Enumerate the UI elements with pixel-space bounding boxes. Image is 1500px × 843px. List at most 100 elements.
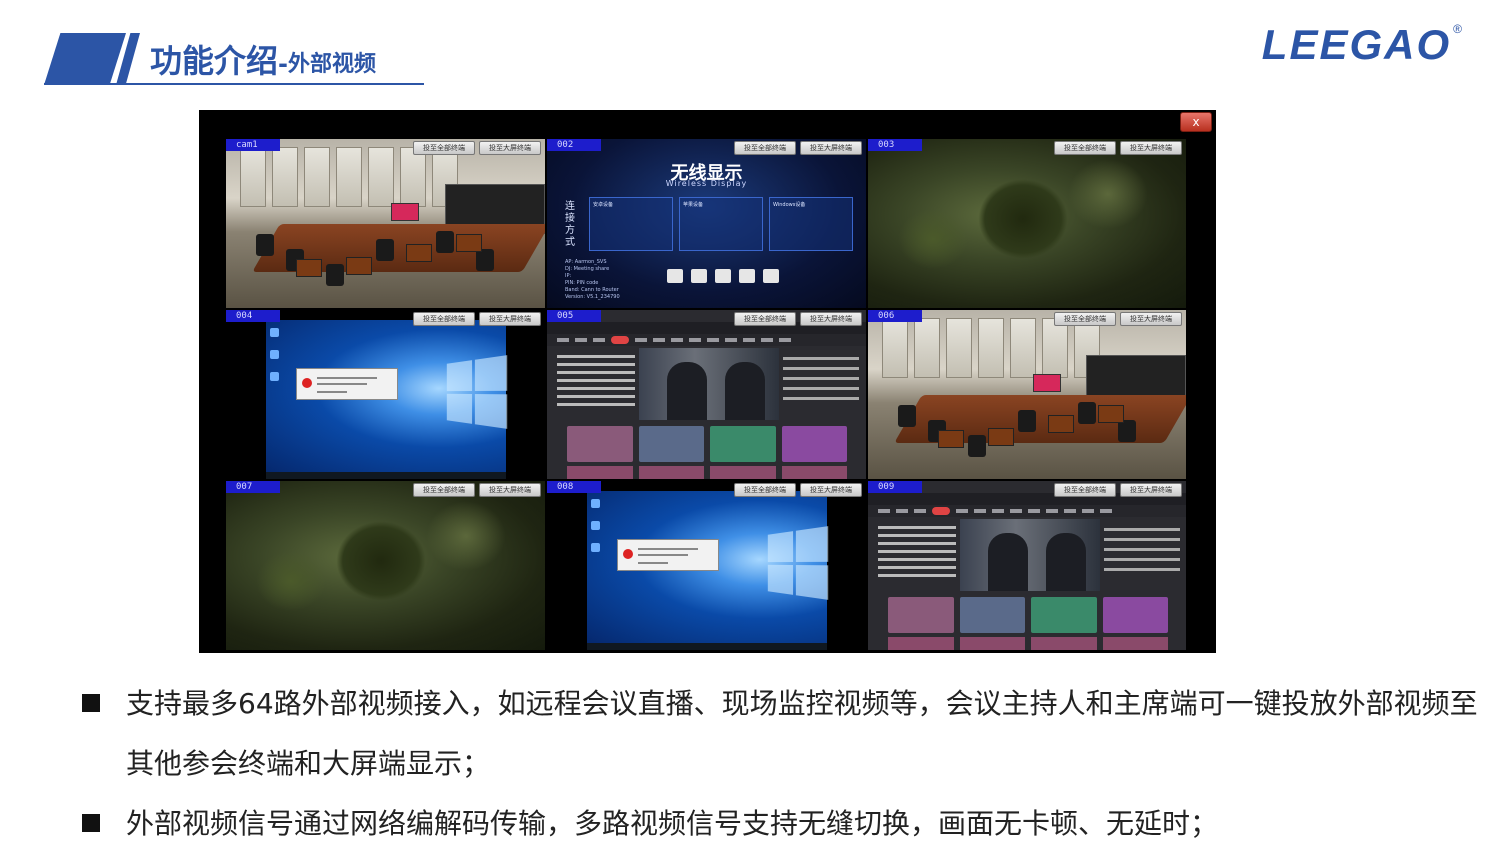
room-display [1033, 374, 1061, 392]
cast-big-screen-button[interactable]: 投至大屏终端 [1120, 312, 1182, 326]
desk-monitor [456, 234, 482, 252]
hero-figure [988, 533, 1028, 591]
brand-logo-text: LEEGAO [1261, 21, 1452, 68]
room-window [978, 318, 1004, 378]
desktop-icon [591, 521, 600, 530]
cast-big-screen-button[interactable]: 投至大屏终端 [800, 483, 862, 497]
video-tile[interactable]: 004 投至全部终端 投至大屏终端 [225, 309, 546, 480]
tile-actions: 投至全部终端 投至大屏终端 [413, 483, 541, 497]
app-list [878, 521, 956, 582]
cast-big-screen-button[interactable]: 投至大屏终端 [479, 141, 541, 155]
info-line: Version: V5.1_234790 [565, 294, 620, 300]
nav-item [992, 509, 1004, 513]
cast-all-terminals-button[interactable]: 投至全部终端 [413, 483, 475, 497]
chair [476, 249, 494, 271]
cast-big-screen-button[interactable]: 投至大屏终端 [800, 141, 862, 155]
app-nav [547, 334, 866, 346]
video-app-feed [868, 481, 1186, 650]
logo-pane [795, 564, 829, 600]
thumbnail [959, 597, 1025, 633]
thumbnail [781, 466, 847, 479]
video-tile[interactable]: 005 投至全部终端 投至大屏终端 [546, 309, 867, 480]
tile-channel-label: cam1 [226, 139, 280, 151]
chair [1118, 420, 1136, 442]
taskbar [266, 472, 506, 479]
thumbnail [710, 466, 776, 479]
video-tile[interactable]: 003 投至全部终端 投至大屏终端 [867, 138, 1187, 309]
video-tile[interactable]: 007 投至全部终端 投至大屏终端 [225, 480, 546, 651]
cast-big-screen-button[interactable]: 投至大屏终端 [479, 312, 541, 326]
tile-actions: 投至全部终端 投至大屏终端 [413, 312, 541, 326]
header-underline [44, 83, 424, 85]
cast-all-terminals-button[interactable]: 投至全部终端 [734, 483, 796, 497]
video-tile[interactable]: cam1 投至全部终端 投至大屏终端 [225, 138, 546, 309]
page-title-main: 功能介绍 [150, 42, 279, 80]
tile-actions: 投至全部终端 投至大屏终端 [734, 141, 862, 155]
cast-all-terminals-button[interactable]: 投至全部终端 [734, 312, 796, 326]
video-tile[interactable]: 009 投至全部终端 投至大屏终端 [867, 480, 1187, 651]
cast-big-screen-button[interactable]: 投至大屏终端 [479, 483, 541, 497]
cast-all-terminals-button[interactable]: 投至全部终端 [1054, 141, 1116, 155]
nav-item [779, 338, 791, 342]
room-window [304, 147, 330, 207]
list-line [1104, 548, 1180, 551]
windows-desktop-feed [547, 481, 866, 650]
tile-channel-label: 004 [226, 310, 280, 322]
feature-item: 支持最多64路外部视频接入，如远程会议直播、现场监控视频等，会议主持人和主席端可… [82, 674, 1492, 794]
thumbnail [1031, 597, 1097, 633]
video-tile[interactable]: 006 投至全部终端 投至大屏终端 [867, 309, 1187, 480]
tile-actions: 投至全部终端 投至大屏终端 [1054, 483, 1182, 497]
list-line [878, 534, 956, 537]
windows-logo-icon [446, 355, 508, 429]
nav-item [593, 338, 605, 342]
tile-channel-label: 005 [547, 310, 601, 322]
nav-item [914, 509, 926, 513]
chair [898, 405, 916, 427]
list-line [1104, 568, 1180, 571]
list-line [557, 403, 635, 406]
dialog-text-line [638, 554, 688, 556]
device-panel: Windows设备 [769, 197, 853, 251]
scene-highlight [256, 551, 326, 611]
thumbnail [567, 466, 633, 479]
desk-monitor [1048, 415, 1074, 433]
desk-monitor [406, 244, 432, 262]
info-line: IP: [565, 273, 572, 279]
chair [1078, 402, 1096, 424]
thumbnail [1102, 637, 1168, 650]
cast-all-terminals-button[interactable]: 投至全部终端 [734, 141, 796, 155]
desktop-icon [591, 543, 600, 552]
connection-method-label: 连接方式 [565, 201, 575, 248]
cast-all-terminals-button[interactable]: 投至全部终端 [413, 312, 475, 326]
chair [1018, 410, 1036, 432]
feature-text: 支持最多64路外部视频接入，如远程会议直播、现场监控视频等，会议主持人和主席端可… [126, 687, 1478, 780]
nav-item [1010, 509, 1022, 513]
cast-big-screen-button[interactable]: 投至大屏终端 [1120, 483, 1182, 497]
nav-item [878, 509, 890, 513]
chair [376, 239, 394, 261]
cast-all-terminals-button[interactable]: 投至全部终端 [1054, 312, 1116, 326]
video-app-feed [547, 310, 866, 479]
video-tile[interactable]: 008 投至全部终端 投至大屏终端 [546, 480, 867, 651]
close-button[interactable]: x [1180, 112, 1212, 132]
nav-item [1028, 509, 1040, 513]
list-line [1104, 528, 1180, 531]
cast-all-terminals-button[interactable]: 投至全部终端 [413, 141, 475, 155]
desktop-icon [270, 372, 279, 381]
desk-monitor [938, 430, 964, 448]
brand-logo: LEEGAO ® [1262, 20, 1462, 70]
desktop-icon [591, 499, 600, 508]
cast-big-screen-button[interactable]: 投至大屏终端 [1120, 141, 1182, 155]
scene-shadow [336, 521, 426, 601]
nav-item [1082, 509, 1094, 513]
feature-list: 支持最多64路外部视频接入，如远程会议直播、现场监控视频等，会议主持人和主席端可… [82, 674, 1492, 843]
cast-all-terminals-button[interactable]: 投至全部终端 [1054, 483, 1116, 497]
room-window [400, 147, 426, 207]
nav-item [635, 338, 647, 342]
video-tile[interactable]: 无线显示 Wireless Display 连接方式 安卓设备 苹果设备 Windows设… [546, 138, 867, 309]
page-title-sub: 外部视频 [287, 52, 376, 77]
logo-pane [767, 564, 793, 595]
thumbnail [710, 426, 776, 462]
app-side-list [783, 350, 859, 407]
cast-big-screen-button[interactable]: 投至大屏终端 [800, 312, 862, 326]
